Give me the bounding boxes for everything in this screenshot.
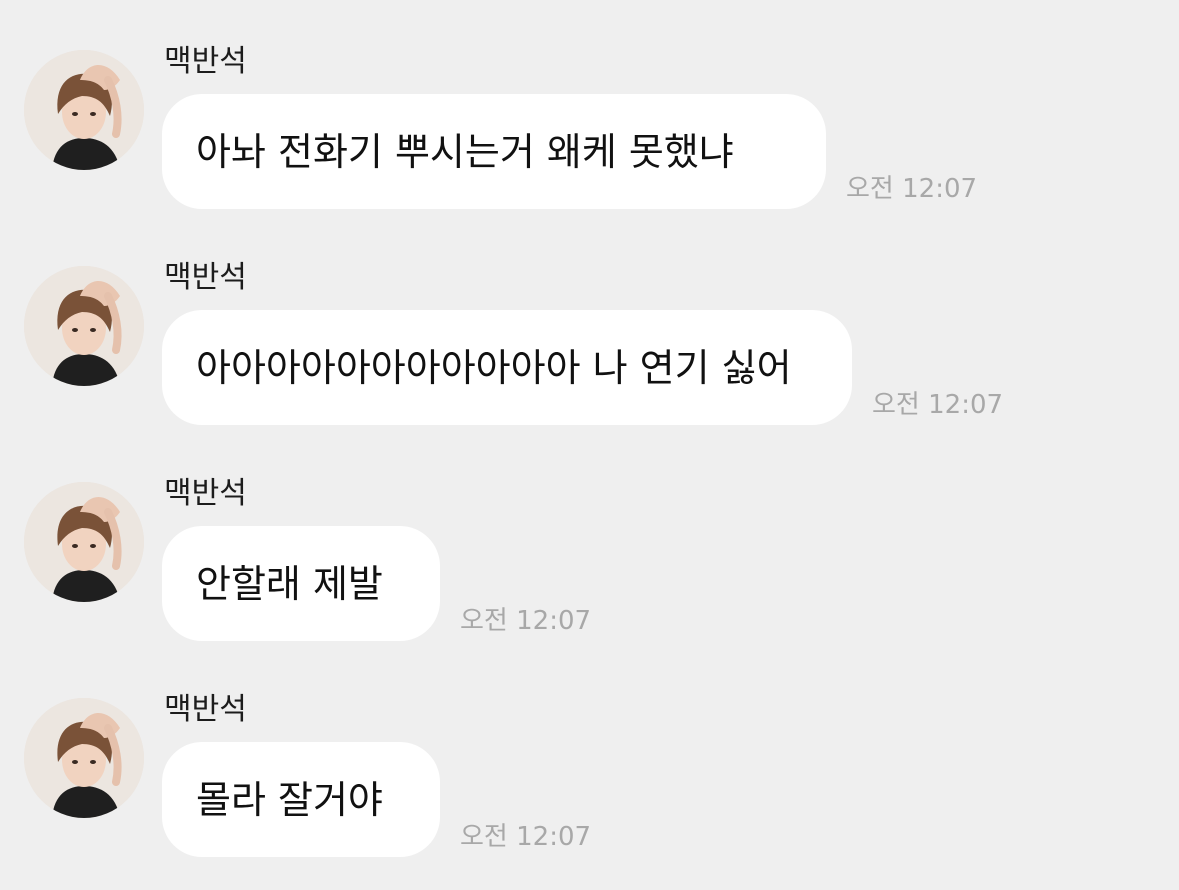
message-text: 안할래 제발 (196, 561, 383, 606)
profile-photo-icon (24, 266, 144, 386)
sender-name: 맥반석 (164, 692, 247, 727)
message-row: 맥반석 몰라 잘거야 오전 12:07 (0, 692, 1179, 888)
sender-name: 맥반석 (164, 44, 247, 79)
message-timestamp: 오전 12:07 (460, 822, 592, 852)
message-timestamp: 오전 12:07 (460, 606, 592, 636)
message-row: 맥반석 아놔 전화기 뿌시는거 왜케 못했냐 오전 12:07 (0, 44, 1179, 240)
avatar[interactable] (24, 482, 144, 602)
sender-name: 맥반석 (164, 260, 247, 295)
message-timestamp: 오전 12:07 (872, 390, 1004, 420)
avatar[interactable] (24, 266, 144, 386)
message-text: 몰라 잘거야 (196, 777, 383, 822)
profile-photo-icon (24, 698, 144, 818)
message-timestamp: 오전 12:07 (846, 174, 978, 204)
message-bubble[interactable]: 아아아아아아아아아아아 나 연기 싫어 (162, 310, 852, 425)
message-bubble[interactable]: 안할래 제발 (162, 526, 440, 641)
message-text: 아놔 전화기 뿌시는거 왜케 못했냐 (196, 129, 734, 174)
sender-name: 맥반석 (164, 476, 247, 511)
message-bubble[interactable]: 아놔 전화기 뿌시는거 왜케 못했냐 (162, 94, 826, 209)
avatar[interactable] (24, 698, 144, 818)
message-row: 맥반석 아아아아아아아아아아아 나 연기 싫어 오전 12:07 (0, 260, 1179, 456)
profile-photo-icon (24, 50, 144, 170)
message-row: 맥반석 안할래 제발 오전 12:07 (0, 476, 1179, 672)
avatar[interactable] (24, 50, 144, 170)
message-text: 아아아아아아아아아아아 나 연기 싫어 (196, 345, 792, 390)
message-bubble[interactable]: 몰라 잘거야 (162, 742, 440, 857)
profile-photo-icon (24, 482, 144, 602)
